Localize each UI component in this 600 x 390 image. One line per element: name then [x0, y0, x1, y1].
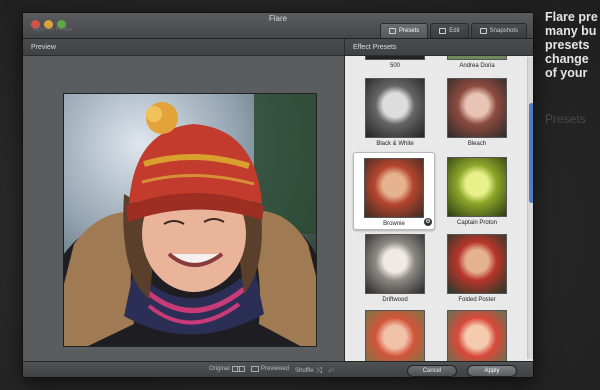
- preset-label: Folded Poster: [458, 297, 496, 303]
- shuffle-control[interactable]: Shuffle ⤨ ↶: [295, 366, 335, 376]
- presets-icon: [388, 28, 396, 34]
- presets-grid: 500 Andrea Doria Black & White Bleach Br…: [345, 56, 525, 361]
- effect-presets-panel: Effect Presets 500 Andrea Doria Black & …: [345, 39, 533, 361]
- marketing-line: presets: [545, 38, 590, 52]
- marketing-line: change: [545, 52, 589, 66]
- presets-scrollbar[interactable]: [527, 57, 533, 359]
- window-title: Flare: [268, 14, 288, 23]
- presets-header: Effect Presets: [345, 39, 533, 56]
- snapshots-icon: [479, 28, 487, 34]
- preview-photo[interactable]: [63, 93, 317, 347]
- mode-tabs: Presets Edit Snapshots: [379, 23, 527, 38]
- apply-button[interactable]: Apply: [467, 365, 517, 377]
- preset-thumbnail: [365, 310, 425, 361]
- tab-edit[interactable]: Edit: [430, 23, 469, 38]
- preset-black-white[interactable]: Black & White: [359, 78, 431, 147]
- split-view-toggle[interactable]: [237, 366, 245, 372]
- cancel-button[interactable]: Cancel: [407, 365, 457, 377]
- preset-thumbnail: [447, 310, 507, 361]
- shuffle-icon: ⤨: [315, 366, 322, 375]
- shuffle-label: Shuffle: [295, 368, 314, 374]
- marketing-line: of your: [545, 66, 588, 80]
- preset-warm[interactable]: [359, 310, 431, 361]
- preset-thumbnail: [447, 78, 507, 138]
- preset-thumbnail: [447, 56, 507, 60]
- preview-panel: Preview: [23, 39, 345, 361]
- previewed-label: Previewed: [261, 366, 290, 372]
- marketing-copy: Flare pre many bu presets change of your: [545, 10, 600, 80]
- marketing-line: many bu: [545, 24, 597, 38]
- preset-folded-poster[interactable]: Folded Poster: [441, 234, 513, 303]
- tab-presets[interactable]: Presets: [379, 23, 429, 38]
- preset-brownie[interactable]: Brownie ⚙: [353, 152, 435, 230]
- preset-thumbnail: [447, 157, 507, 217]
- preset-warm-2[interactable]: [441, 310, 513, 361]
- preset-label: Bleach: [467, 141, 487, 147]
- bottom-toolbar: Original Previewed Shuffle ⤨ ↶ Cancel Ap…: [23, 361, 533, 377]
- preset-thumbnail: [365, 234, 425, 294]
- preset-andrea-doria[interactable]: Andrea Doria: [441, 56, 513, 69]
- preset-label: Brownie: [383, 221, 405, 227]
- faint-caption: Presets: [545, 112, 586, 126]
- flare-window: Flare Open in Finder Presets Edit Snapsh…: [22, 12, 534, 378]
- preset-thumbnail: [447, 234, 507, 294]
- marketing-line: Flare pre: [545, 10, 598, 24]
- preset-500[interactable]: 500: [359, 56, 431, 69]
- preset-thumbnail: [364, 158, 424, 218]
- portrait-image: [64, 94, 316, 346]
- preset-label: Black & White: [376, 141, 414, 147]
- previewed-toggle[interactable]: Previewed: [251, 366, 289, 372]
- preset-label: 500: [389, 63, 400, 69]
- split-view-icon: [237, 366, 245, 372]
- tab-snapshots[interactable]: Snapshots: [470, 23, 527, 38]
- tab-label: Snapshots: [489, 28, 518, 34]
- previewed-view-icon: [251, 366, 259, 372]
- preset-bleach[interactable]: Bleach: [441, 78, 513, 147]
- preset-label: Driftwood: [382, 297, 408, 303]
- preset-thumbnail: [365, 78, 425, 138]
- scrollbar-thumb[interactable]: [529, 103, 533, 203]
- original-label: Original: [209, 366, 230, 372]
- dimmed-toolbar-label: Open in Finder: [33, 27, 73, 33]
- tab-label: Edit: [449, 28, 460, 34]
- preview-header: Preview: [23, 39, 344, 56]
- preset-captain-proton[interactable]: Captain Proton: [441, 157, 513, 226]
- preset-thumbnail: [365, 56, 425, 60]
- original-toggle[interactable]: Original: [209, 366, 240, 372]
- undo-icon[interactable]: ↶: [328, 367, 335, 376]
- tab-label: Presets: [398, 28, 420, 34]
- gear-icon[interactable]: ⚙: [424, 218, 432, 226]
- preset-driftwood[interactable]: Driftwood: [359, 234, 431, 303]
- preset-label: Andrea Doria: [459, 63, 495, 69]
- preset-label: Captain Proton: [456, 220, 498, 226]
- title-bar: Flare Open in Finder Presets Edit Snapsh…: [23, 13, 533, 39]
- edit-icon: [439, 28, 447, 34]
